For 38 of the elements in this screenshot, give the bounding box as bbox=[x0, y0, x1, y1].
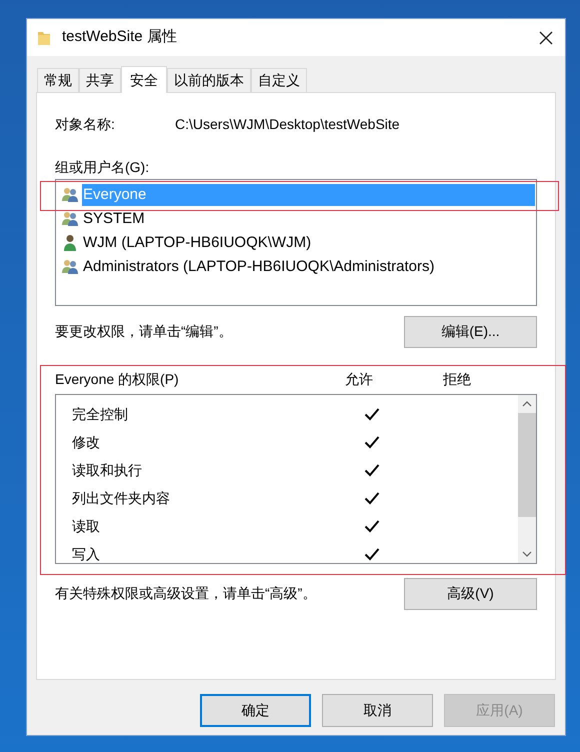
users-label: 组或用户名(G): bbox=[55, 158, 150, 177]
permissions-title: Everyone 的权限(P) bbox=[55, 370, 180, 389]
user-list-item[interactable]: SYSTEM bbox=[61, 207, 535, 231]
permission-name: 读取和执行 bbox=[72, 460, 143, 480]
object-name-label: 对象名称: bbox=[55, 114, 116, 134]
object-name-value: C:\Users\WJM\Desktop\testWebSite bbox=[175, 114, 400, 134]
user-list-item[interactable]: Administrators (LAPTOP-HB6IUOQK\Administrators) bbox=[61, 255, 535, 279]
tab[interactable]: 安全 bbox=[121, 66, 167, 93]
tab[interactable]: 共享 bbox=[79, 68, 121, 92]
user-list-item[interactable]: WJM (LAPTOP-HB6IUOQK\WJM) bbox=[61, 231, 535, 255]
allow-header: 允许 bbox=[345, 370, 374, 388]
user-group-icon bbox=[61, 259, 79, 275]
permission-name: 列出文件夹内容 bbox=[72, 488, 171, 508]
user-group-icon bbox=[61, 211, 79, 227]
dialog-button[interactable]: 确定 bbox=[200, 694, 311, 727]
dialog-button[interactable]: 取消 bbox=[322, 694, 433, 727]
advanced-button[interactable]: 高级(V) bbox=[404, 578, 537, 610]
tab[interactable]: 自定义 bbox=[251, 68, 307, 92]
scroll-thumb[interactable] bbox=[518, 413, 536, 517]
user-name: WJM (LAPTOP-HB6IUOQK\WJM) bbox=[82, 233, 312, 253]
permission-name: 完全控制 bbox=[72, 404, 129, 424]
user-name: SYSTEM bbox=[82, 209, 146, 229]
permission-name: 写入 bbox=[72, 544, 101, 564]
close-icon[interactable] bbox=[539, 30, 553, 44]
permission-name: 修改 bbox=[72, 432, 101, 452]
edit-hint: 要更改权限，请单击“编辑”。 bbox=[55, 322, 232, 341]
tab[interactable]: 以前的版本 bbox=[167, 68, 251, 92]
user-group-icon bbox=[61, 187, 79, 203]
advanced-hint: 有关特殊权限或高级设置，请单击“高级”。 bbox=[55, 584, 316, 603]
window-title: testWebSite 属性 bbox=[62, 27, 177, 48]
edit-button[interactable]: 编辑(E)... bbox=[404, 316, 537, 348]
deny-header: 拒绝 bbox=[443, 370, 471, 388]
scrollbar[interactable] bbox=[518, 395, 536, 563]
permission-name: 读取 bbox=[72, 516, 101, 536]
user-name: Administrators (LAPTOP-HB6IUOQK\Administrators) bbox=[82, 257, 436, 277]
user-icon bbox=[63, 234, 77, 252]
tab[interactable]: 常规 bbox=[37, 68, 79, 92]
folder-icon bbox=[37, 30, 51, 46]
